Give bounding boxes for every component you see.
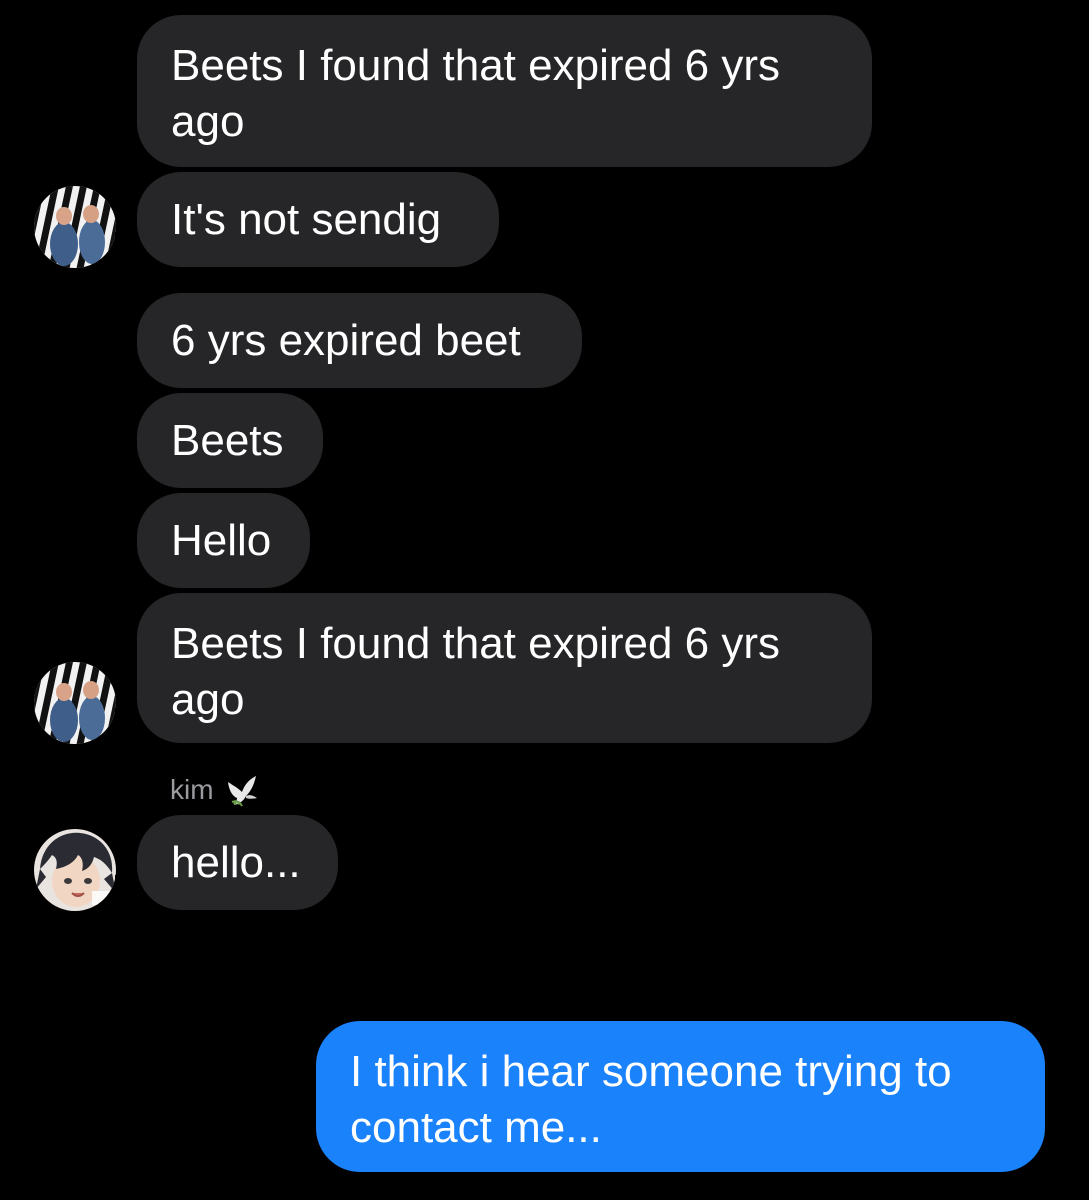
message-bubble-incoming[interactable]: Beets I found that expired 6 yrs ago: [137, 15, 872, 167]
message-text: Beets: [171, 415, 284, 465]
message-text: Hello: [171, 515, 272, 565]
message-text: It's not sendig: [171, 194, 442, 244]
message-bubble-incoming[interactable]: Beets I found that expired 6 yrs ago: [115, 593, 872, 744]
sender-name-label: kim: [170, 774, 214, 805]
message-text: 6 yrs expired beet: [171, 315, 521, 365]
message-text: Beets I found that expired 6 yrs ago: [171, 41, 781, 146]
message-bubble-incoming[interactable]: It's not sendig: [115, 172, 499, 268]
sender-name: kim: [170, 772, 260, 808]
striped-avatar-icon: [34, 186, 116, 268]
message-text: Beets I found that expired 6 yrs ago: [171, 619, 781, 724]
message-bubble-incoming[interactable]: Beets: [137, 393, 323, 488]
dove-icon: [227, 776, 257, 807]
striped-avatar-icon: [34, 662, 116, 744]
avatar[interactable]: [34, 186, 116, 268]
message-bubble-incoming[interactable]: hello...: [115, 815, 338, 911]
message-text: I think i hear someone trying to contact…: [350, 1047, 952, 1152]
message-text: hello...: [171, 837, 301, 887]
anime-avatar-icon: [34, 829, 116, 911]
avatar-kim[interactable]: [34, 829, 116, 911]
message-bubble-incoming[interactable]: 6 yrs expired beet: [137, 293, 582, 388]
message-bubble-incoming[interactable]: Hello: [137, 493, 310, 588]
avatar[interactable]: [34, 662, 116, 744]
message-bubble-outgoing[interactable]: I think i hear someone trying to contact…: [316, 1021, 1067, 1173]
